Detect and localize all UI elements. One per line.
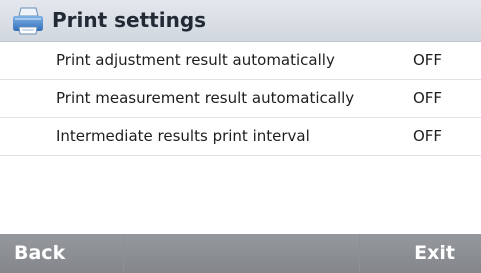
setting-value: OFF (413, 51, 443, 69)
setting-row-intermediate-interval[interactable]: Intermediate results print interval OFF (0, 118, 481, 156)
printer-icon (13, 7, 43, 35)
settings-list: Print adjustment result automatically OF… (0, 42, 481, 156)
setting-row-print-measurement[interactable]: Print measurement result automatically O… (0, 80, 481, 118)
setting-label: Intermediate results print interval (56, 127, 310, 145)
setting-value: OFF (413, 89, 443, 107)
setting-row-print-adjustment[interactable]: Print adjustment result automatically OF… (0, 42, 481, 80)
setting-label: Print adjustment result automatically (56, 51, 335, 69)
setting-value: OFF (413, 127, 443, 145)
footer-bar: Back Exit (0, 234, 481, 273)
page-title: Print settings (52, 8, 207, 32)
header-bar: Print settings (0, 0, 481, 42)
footer-empty-slot (124, 234, 359, 273)
setting-label: Print measurement result automatically (56, 89, 355, 107)
back-button[interactable]: Back (0, 234, 123, 273)
exit-button[interactable]: Exit (360, 234, 481, 273)
